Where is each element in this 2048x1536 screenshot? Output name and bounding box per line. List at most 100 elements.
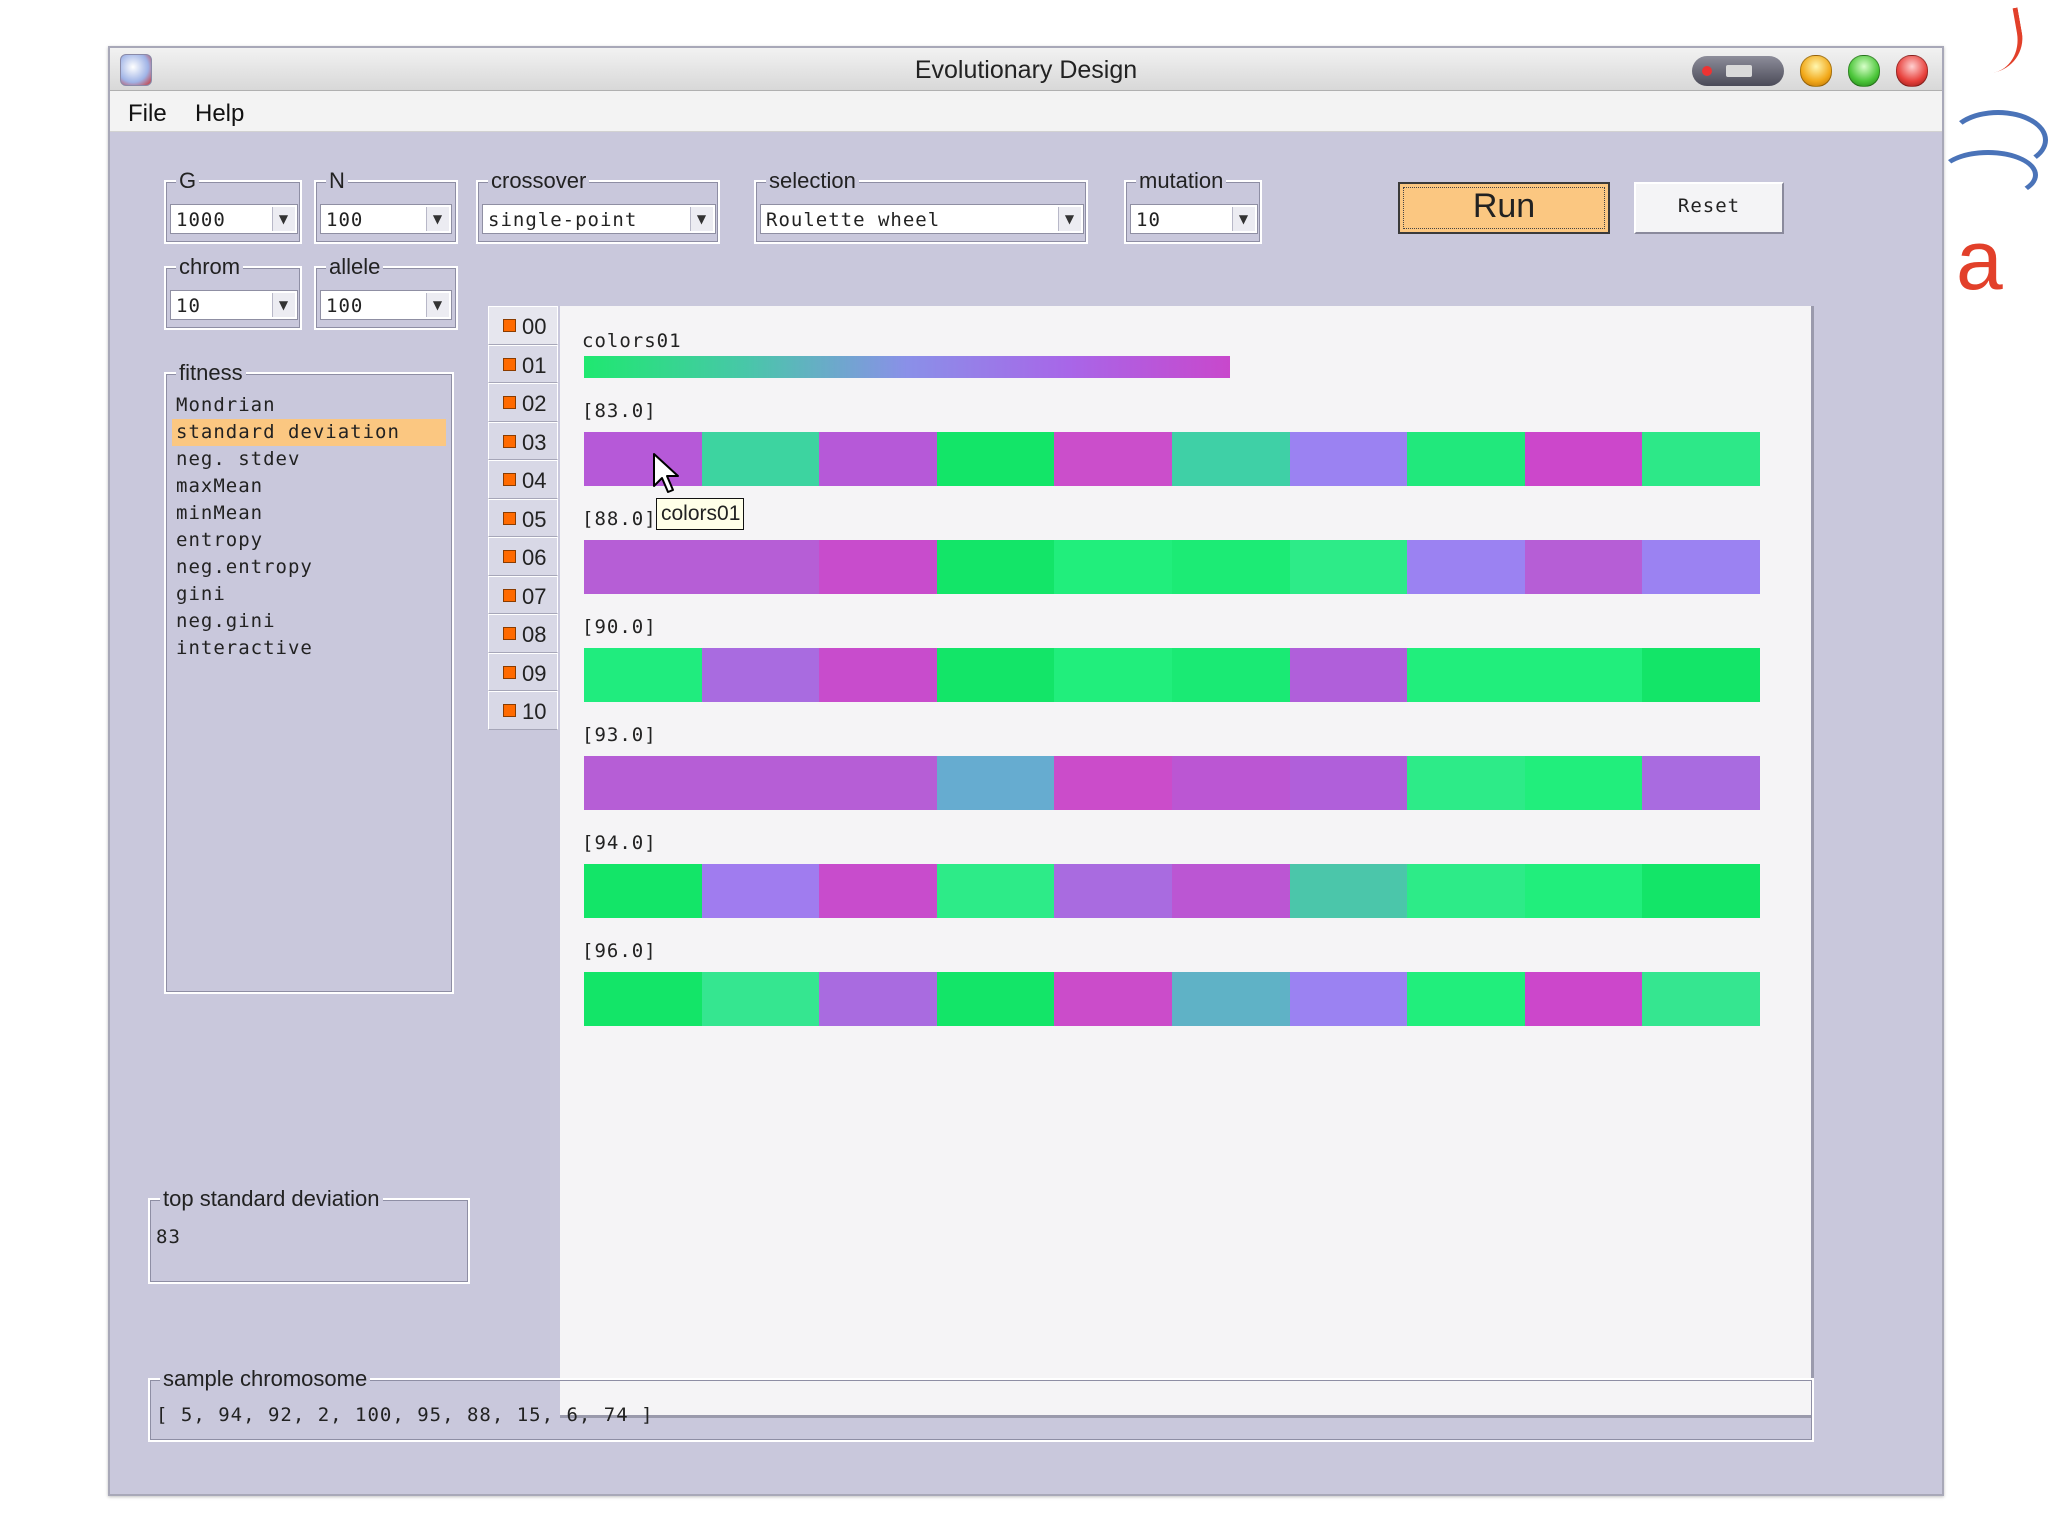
toolbar-toggle-bar	[1726, 65, 1752, 77]
color-cell	[584, 432, 702, 486]
color-cell	[701, 864, 820, 918]
crossover-value: single-point	[488, 209, 638, 231]
fitness-option[interactable]: standard deviation	[172, 419, 446, 446]
chrom-select[interactable]: 10 ▼	[170, 290, 298, 320]
fitness-group: fitness Mondrian standard deviation neg. s…	[164, 360, 454, 994]
color-cell	[1642, 756, 1760, 810]
app-window: Evolutionary Design File Help G 1000 ▼ N…	[108, 46, 1944, 1496]
minimize-button[interactable]	[1800, 55, 1832, 87]
mutation-label: mutation	[1136, 168, 1227, 194]
mutation-select[interactable]: 10 ▼	[1130, 204, 1258, 234]
tab-01[interactable]: 01	[488, 344, 558, 383]
fitness-option[interactable]: minMean	[172, 500, 446, 527]
chrom-label: chrom	[176, 254, 244, 280]
close-button[interactable]	[1896, 55, 1928, 87]
allele-label: allele	[326, 254, 384, 280]
fitness-option[interactable]: entropy	[172, 527, 446, 554]
title-bar[interactable]: Evolutionary Design	[110, 48, 1942, 91]
zoom-button[interactable]	[1848, 55, 1880, 87]
allele-select[interactable]: 100 ▼	[320, 290, 452, 320]
color-cell	[1407, 756, 1525, 810]
color-cell	[584, 756, 702, 810]
color-cell	[819, 540, 937, 594]
tab-label: 08	[522, 622, 547, 647]
color-cell	[584, 972, 702, 1026]
selection-value: Roulette wheel	[766, 209, 941, 231]
java-logo-letter: a	[1956, 213, 2003, 307]
toolbar-toggle-dot	[1702, 66, 1712, 76]
gradient-bar	[584, 356, 1230, 378]
tab-label: 06	[522, 545, 547, 570]
tab-09[interactable]: 09	[488, 652, 558, 691]
crossover-label: crossover	[488, 168, 590, 194]
tab-label: 03	[522, 429, 547, 455]
fitness-option[interactable]: gini	[172, 581, 446, 608]
tab-label: 07	[522, 583, 547, 609]
color-cell	[1171, 540, 1290, 594]
tab-label: 04	[522, 468, 547, 493]
selection-label: selection	[766, 168, 859, 194]
chromosome-tab-list: 00 01 02 03 04 05 06 07 08 09 10	[488, 306, 560, 730]
fitness-option[interactable]: neg.gini	[172, 608, 446, 635]
top-stat-value: 83	[156, 1226, 181, 1248]
color-cell	[936, 540, 1055, 594]
menu-file[interactable]: File	[128, 100, 167, 128]
color-cell	[1289, 648, 1408, 702]
strip-fitness-label: [88.0]	[582, 508, 657, 530]
main-panel: G 1000 ▼ N 100 ▼ crossover single-point …	[118, 134, 1934, 1486]
color-cell	[701, 540, 820, 594]
canvas-header: colors01	[582, 330, 682, 352]
tab-06[interactable]: 06	[488, 537, 558, 576]
color-cell	[1642, 540, 1760, 594]
color-cell	[1642, 648, 1760, 702]
color-cell	[1054, 432, 1172, 486]
color-cell	[1289, 756, 1408, 810]
color-cell	[1407, 432, 1525, 486]
tab-03[interactable]: 03	[488, 421, 558, 460]
top-stat-label: top standard deviation	[160, 1186, 383, 1212]
color-cell	[819, 756, 937, 810]
reset-button[interactable]: Reset	[1634, 182, 1784, 234]
fitness-option[interactable]: maxMean	[172, 473, 446, 500]
chevron-down-icon: ▼	[426, 293, 449, 317]
tab-marker-icon	[503, 550, 516, 563]
tab-08[interactable]: 08	[488, 614, 558, 653]
fitness-option[interactable]: neg. stdev	[172, 446, 446, 473]
fitness-option[interactable]: neg.entropy	[172, 554, 446, 581]
toolbar-toggle-button[interactable]	[1692, 56, 1784, 86]
selection-select[interactable]: Roulette wheel ▼	[760, 204, 1084, 234]
tab-label: 05	[522, 506, 547, 532]
tab-07[interactable]: 07	[488, 575, 558, 614]
tab-marker-icon	[503, 588, 516, 602]
fitness-option[interactable]: Mondrian	[172, 392, 446, 419]
tab-label: 09	[522, 660, 547, 686]
color-cell	[1054, 648, 1172, 702]
chevron-down-icon: ▼	[1232, 207, 1255, 231]
tab-10[interactable]: 10	[488, 691, 558, 730]
g-select[interactable]: 1000 ▼	[170, 204, 298, 234]
color-cell	[584, 864, 702, 918]
color-cell	[1171, 756, 1290, 810]
tab-02[interactable]: 02	[488, 383, 558, 422]
mutation-group: mutation 10 ▼	[1124, 168, 1262, 244]
tab-05[interactable]: 05	[488, 498, 558, 537]
java-flame-shape	[1983, 7, 2028, 73]
color-cell	[1054, 864, 1172, 918]
fitness-option[interactable]: interactive	[172, 635, 446, 662]
fitness-list[interactable]: Mondrian standard deviation neg. stdev maxM…	[172, 392, 446, 662]
chevron-down-icon: ▼	[272, 207, 295, 231]
color-cell	[1407, 864, 1525, 918]
chrom-value: 10	[176, 295, 201, 317]
tab-00[interactable]: 00	[488, 306, 558, 345]
crossover-select[interactable]: single-point ▼	[482, 204, 716, 234]
color-cell	[819, 864, 937, 918]
g-value: 1000	[176, 209, 226, 231]
sample-chromosome-value: [ 5, 94, 92, 2, 100, 95, 88, 15, 6, 74 ]	[156, 1404, 654, 1426]
tab-marker-icon	[503, 434, 516, 448]
color-cell	[1171, 648, 1290, 702]
tab-04[interactable]: 04	[488, 460, 558, 499]
menu-help[interactable]: Help	[195, 100, 244, 128]
color-cell	[1407, 972, 1525, 1026]
n-select[interactable]: 100 ▼	[320, 204, 452, 234]
run-button[interactable]: Run	[1398, 182, 1610, 234]
